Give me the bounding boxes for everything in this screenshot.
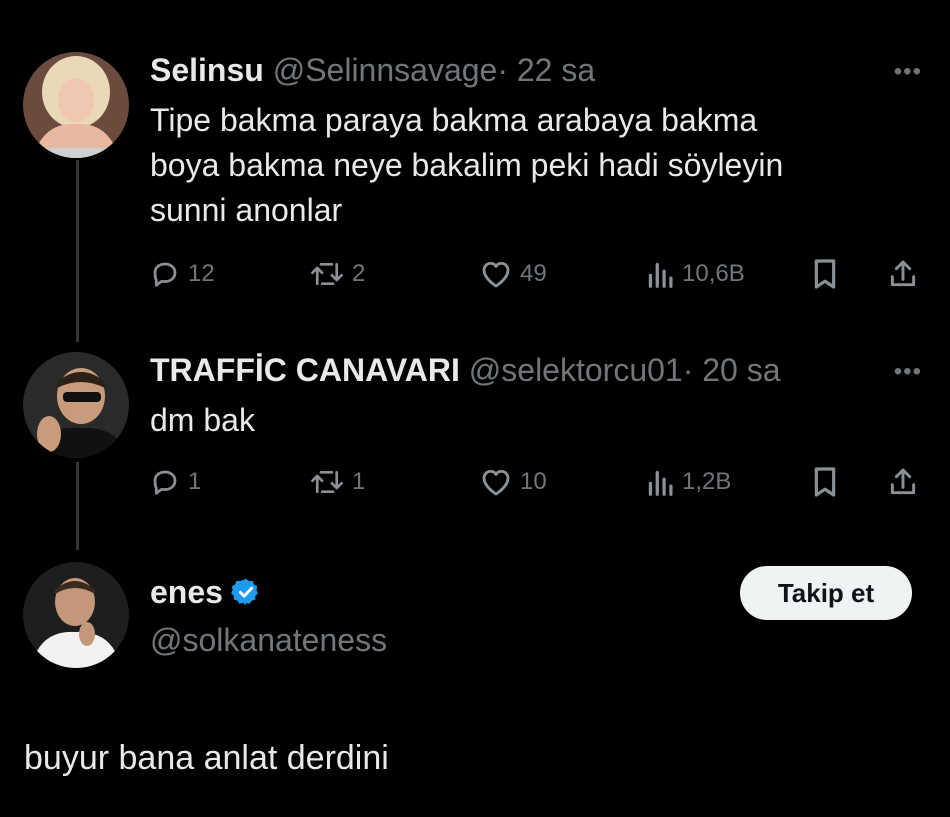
heart-icon <box>482 261 510 288</box>
view-count: 1,2B <box>682 468 732 495</box>
timestamp[interactable]: 22 sa <box>517 52 595 88</box>
share-icon <box>890 468 916 495</box>
more-options-icon[interactable]: ••• <box>894 58 922 86</box>
separator-dot: · <box>497 52 508 88</box>
heart-icon <box>482 469 510 496</box>
tweet-header: Selinsu @Selinnsavage· 22 sa <box>150 50 595 90</box>
profile-handle[interactable]: @solkanateness <box>150 618 387 662</box>
tweet-actions: 1 1 10 1,2B <box>150 462 925 502</box>
share-button[interactable] <box>888 462 918 502</box>
view-count: 10,6B <box>682 260 745 287</box>
author-handle[interactable]: @selektorcu01 <box>469 352 683 388</box>
more-options-icon[interactable]: ••• <box>894 358 922 386</box>
avatar[interactable] <box>23 352 129 458</box>
like-button[interactable]: 49 <box>480 254 547 294</box>
share-button[interactable] <box>888 254 918 294</box>
retweet-button[interactable]: 1 <box>310 462 365 502</box>
profile-name-row: enes <box>150 570 261 614</box>
bookmark-icon <box>814 259 836 289</box>
separator-dot: · <box>682 352 694 388</box>
views-button[interactable]: 10,6B <box>646 254 745 294</box>
tweet-text-line: sunni anonlar <box>150 192 343 228</box>
bookmark-button[interactable] <box>812 462 838 502</box>
avatar[interactable] <box>23 52 129 158</box>
tweet-text-line: boya bakma neye bakalim peki hadi söyley… <box>150 147 784 183</box>
like-button[interactable]: 10 <box>480 462 547 502</box>
retweet-count: 1 <box>352 468 366 495</box>
share-icon <box>890 260 916 287</box>
avatar[interactable] <box>23 562 129 668</box>
retweet-icon <box>311 262 343 286</box>
retweet-count: 2 <box>352 260 366 287</box>
reply-button[interactable]: 1 <box>150 462 201 502</box>
thread-line <box>76 462 79 550</box>
like-count: 49 <box>520 260 547 287</box>
author-name[interactable]: TRAFFİC CANAVARI <box>150 352 460 388</box>
profile-bio: buyur bana anlat derdini <box>24 739 389 777</box>
tweet-text-line: Tipe bakma paraya bakma arabaya bakma <box>150 102 758 138</box>
views-icon <box>648 262 673 288</box>
views-icon <box>648 470 673 496</box>
profile-name[interactable]: enes <box>150 570 223 614</box>
author-handle[interactable]: @Selinnsavage <box>273 52 498 88</box>
bookmark-button[interactable] <box>812 254 838 294</box>
tweet-header: TRAFFİC CANAVARI @selektorcu01· 20 sa <box>150 350 781 390</box>
tweet-text-line: dm bak <box>150 402 255 438</box>
author-name[interactable]: Selinsu <box>150 52 264 88</box>
bookmark-icon <box>814 467 836 497</box>
thread-line <box>76 160 79 342</box>
timestamp[interactable]: 20 sa <box>702 352 780 388</box>
retweet-icon <box>311 470 343 494</box>
like-count: 10 <box>520 468 547 495</box>
reply-count: 12 <box>188 260 215 287</box>
follow-button[interactable]: Takip et <box>740 566 912 620</box>
reply-button[interactable]: 12 <box>150 254 215 294</box>
reply-count: 1 <box>188 468 202 495</box>
tweet-text: dm bak <box>150 398 255 443</box>
reply-icon <box>153 470 177 495</box>
reply-icon <box>153 262 177 287</box>
views-button[interactable]: 1,2B <box>646 462 731 502</box>
verified-badge-icon <box>231 578 258 606</box>
retweet-button[interactable]: 2 <box>310 254 365 294</box>
tweet-actions: 12 2 49 10,6B <box>150 254 925 294</box>
tweet-text: Tipe bakma paraya bakma arabaya bakma bo… <box>150 98 783 233</box>
